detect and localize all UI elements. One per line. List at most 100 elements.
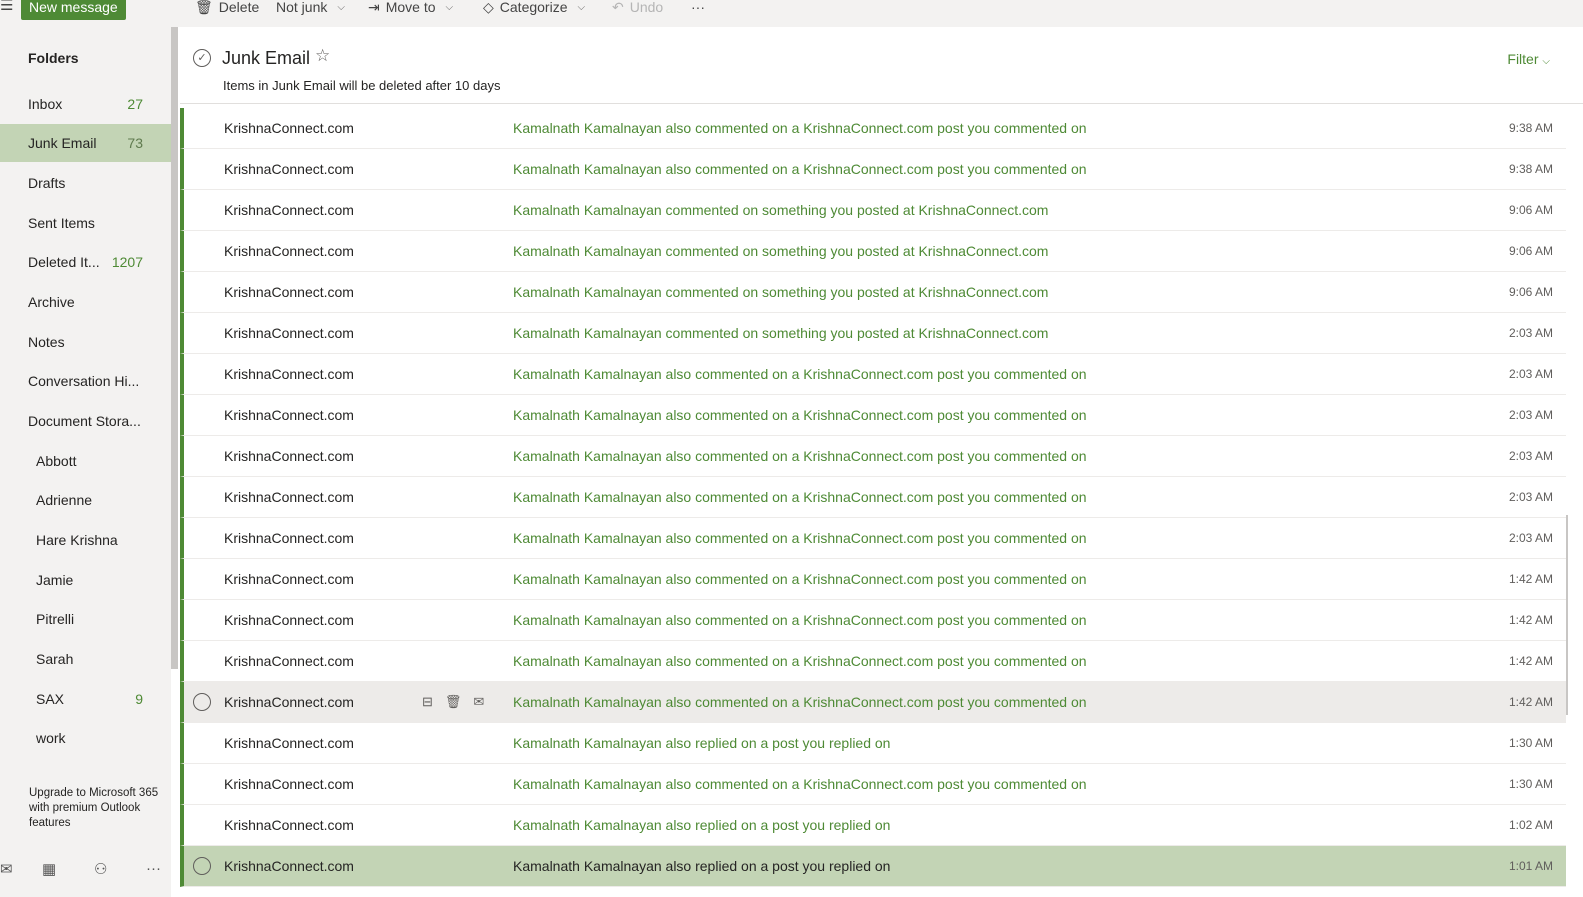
message-row[interactable]: KrishnaConnect.com Kamalnath Kamalnayan c…	[180, 272, 1566, 313]
message-sender: KrishnaConnect.com	[224, 694, 354, 710]
message-row[interactable]: KrishnaConnect.com Kamalnath Kamalnayan a…	[180, 723, 1566, 764]
message-time: 2:03 AM	[1508, 326, 1553, 340]
message-subject: Kamalnath Kamalnayan also commented on a…	[513, 612, 1087, 628]
new-message-button[interactable]: New message	[21, 0, 126, 20]
quick-actions: ⊟ 🗑 ✉	[422, 694, 484, 710]
folder-item-work[interactable]: work	[0, 719, 171, 757]
select-message-checkbox[interactable]	[193, 857, 211, 875]
message-row[interactable]: KrishnaConnect.com Kamalnath Kamalnayan a…	[180, 600, 1566, 641]
not-junk-button[interactable]: Not junk ⌵	[276, 0, 345, 17]
message-subject: Kamalnath Kamalnayan also commented on a…	[513, 161, 1087, 177]
folders-heading[interactable]: Folders	[28, 50, 79, 66]
folder-item-drafts[interactable]: Drafts	[0, 164, 171, 202]
message-subject: Kamalnath Kamalnayan also commented on a…	[513, 694, 1087, 710]
message-row[interactable]: KrishnaConnect.com Kamalnath Kamalnayan a…	[180, 395, 1566, 436]
select-message-checkbox[interactable]	[193, 693, 211, 711]
delete-icon[interactable]: 🗑	[445, 694, 462, 710]
message-time: 1:01 AM	[1508, 859, 1553, 873]
folder-label: Drafts	[28, 175, 66, 191]
undo-button[interactable]: ↶ Undo	[612, 0, 663, 17]
message-list-scrollbar[interactable]	[1566, 515, 1568, 715]
message-subject: Kamalnath Kamalnayan also commented on a…	[513, 120, 1087, 136]
move-folder-icon[interactable]: ⊟	[422, 694, 433, 710]
message-row[interactable]: KrishnaConnect.com Kamalnath Kamalnayan a…	[180, 641, 1566, 682]
message-sender: KrishnaConnect.com	[224, 120, 354, 136]
message-subject: Kamalnath Kamalnayan also commented on a…	[513, 448, 1087, 464]
message-sender: KrishnaConnect.com	[224, 284, 354, 300]
move-to-button[interactable]: ⇥ Move to ⌵	[368, 0, 453, 17]
mark-read-icon[interactable]: ✉	[473, 694, 484, 710]
people-icon[interactable]: ⚇	[94, 860, 107, 878]
message-time: 1:30 AM	[1508, 736, 1553, 750]
folder-item-deleted-it[interactable]: Deleted It... 1207	[0, 243, 171, 281]
message-row[interactable]: KrishnaConnect.com Kamalnath Kamalnayan c…	[180, 190, 1566, 231]
folder-label: Sent Items	[28, 215, 95, 231]
message-sender: KrishnaConnect.com	[224, 448, 354, 464]
message-sender: KrishnaConnect.com	[224, 161, 354, 177]
calendar-icon[interactable]: ▦	[42, 860, 56, 878]
message-row[interactable]: KrishnaConnect.com Kamalnath Kamalnayan c…	[180, 231, 1566, 272]
folder-item-sax[interactable]: SAX 9	[0, 680, 171, 718]
message-row[interactable]: KrishnaConnect.com Kamalnath Kamalnayan a…	[180, 149, 1566, 190]
folder-label: Hare Krishna	[36, 532, 118, 548]
folder-item-adrienne[interactable]: Adrienne	[0, 481, 171, 519]
unread-count: 9	[135, 691, 143, 707]
message-time: 9:38 AM	[1508, 121, 1553, 135]
message-subject: Kamalnath Kamalnayan also commented on a…	[513, 366, 1087, 382]
message-row[interactable]: KrishnaConnect.com Kamalnath Kamalnayan c…	[180, 313, 1566, 354]
message-time: 1:42 AM	[1508, 695, 1553, 709]
message-row[interactable]: KrishnaConnect.com Kamalnath Kamalnayan a…	[180, 805, 1566, 846]
message-sender: KrishnaConnect.com	[224, 489, 354, 505]
categorize-label: Categorize	[499, 0, 568, 15]
message-row[interactable]: KrishnaConnect.com Kamalnath Kamalnayan a…	[180, 108, 1566, 149]
mail-icon[interactable]: ✉	[0, 860, 13, 878]
folder-item-document-stora[interactable]: Document Stora...	[0, 402, 171, 440]
folder-pane-scrollbar[interactable]	[171, 27, 178, 669]
delete-button[interactable]: 🗑 Delete	[195, 0, 259, 17]
folder-item-inbox[interactable]: Inbox 27	[0, 85, 171, 123]
message-row[interactable]: KrishnaConnect.com Kamalnath Kamalnayan a…	[180, 436, 1566, 477]
junk-retention-notice: Items in Junk Email will be deleted afte…	[223, 78, 501, 93]
message-row[interactable]: KrishnaConnect.com Kamalnath Kamalnayan a…	[180, 518, 1566, 559]
message-sender: KrishnaConnect.com	[224, 407, 354, 423]
folder-move-icon: ⇥	[368, 0, 380, 15]
folder-item-conversation-hi[interactable]: Conversation Hi...	[0, 362, 171, 400]
select-all-checkbox[interactable]: ✓	[193, 49, 211, 67]
message-time: 1:42 AM	[1508, 654, 1553, 668]
message-row[interactable]: KrishnaConnect.com Kamalnath Kamalnayan a…	[180, 846, 1566, 887]
message-time: 2:03 AM	[1508, 449, 1553, 463]
folder-item-sarah[interactable]: Sarah	[0, 640, 171, 678]
favorite-star-icon[interactable]: ☆	[315, 46, 330, 66]
message-row[interactable]: KrishnaConnect.com Kamalnath Kamalnayan a…	[180, 354, 1566, 395]
message-row[interactable]: KrishnaConnect.com Kamalnath Kamalnayan a…	[180, 559, 1566, 600]
folder-label: Notes	[28, 334, 65, 350]
categorize-button[interactable]: ◇ Categorize ⌵	[483, 0, 585, 17]
message-subject: Kamalnath Kamalnayan commented on someth…	[513, 284, 1049, 300]
folder-item-sent-items[interactable]: Sent Items	[0, 204, 171, 242]
folder-item-notes[interactable]: Notes	[0, 323, 171, 361]
message-sender: KrishnaConnect.com	[224, 530, 354, 546]
folder-label: Inbox	[28, 96, 63, 112]
folder-label: Adrienne	[36, 492, 93, 508]
filter-button[interactable]: Filter ⌵	[1507, 51, 1550, 67]
folder-item-abbott[interactable]: Abbott	[0, 442, 171, 480]
message-subject: Kamalnath Kamalnayan also commented on a…	[513, 571, 1087, 587]
folder-item-archive[interactable]: Archive	[0, 283, 171, 321]
folder-item-junk-email[interactable]: Junk Email 73	[0, 124, 171, 162]
message-row[interactable]: KrishnaConnect.com Kamalnath Kamalnayan a…	[180, 764, 1566, 805]
folder-item-jamie[interactable]: Jamie	[0, 561, 171, 599]
message-subject: Kamalnath Kamalnayan also commented on a…	[513, 653, 1087, 669]
chevron-down-icon: ⌵	[577, 1, 586, 13]
folder-item-hare-krishna[interactable]: Hare Krishna	[0, 521, 171, 559]
app-switcher: ✉ ▦ ⚇ ···	[0, 850, 171, 888]
more-apps-icon[interactable]: ···	[146, 860, 161, 877]
delete-label: Delete	[218, 0, 260, 15]
message-row[interactable]: KrishnaConnect.com Kamalnath Kamalnayan a…	[180, 477, 1566, 518]
upgrade-promo[interactable]: Upgrade to Microsoft 365 with premium Ou…	[29, 786, 159, 831]
message-row[interactable]: KrishnaConnect.com ⊟ 🗑 ✉ Kamalnath Kamalnaya…	[180, 682, 1566, 723]
folder-label: Archive	[28, 294, 75, 310]
message-subject: Kamalnath Kamalnayan also replied on a p…	[513, 817, 891, 833]
more-actions-button[interactable]: ···	[691, 0, 705, 17]
hamburger-menu-icon[interactable]: ☰	[0, 0, 13, 14]
folder-item-pitrelli[interactable]: Pitrelli	[0, 600, 171, 638]
